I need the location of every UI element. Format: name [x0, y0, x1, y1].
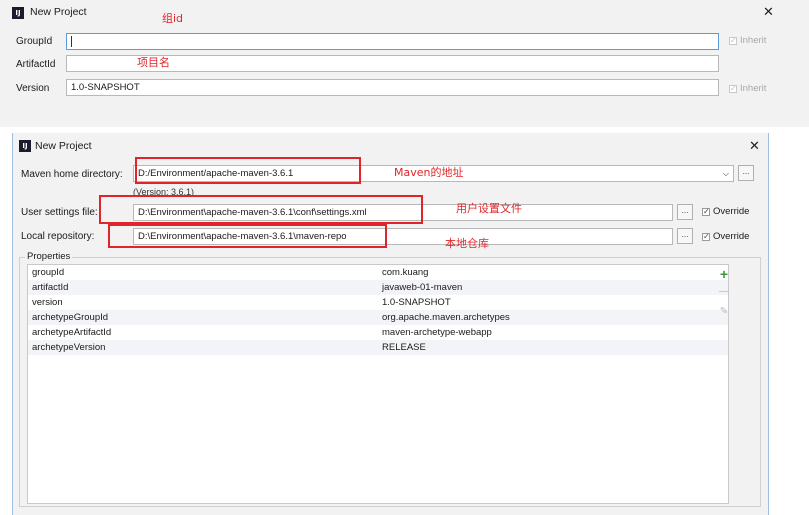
annotation-user-settings: 用户设置文件	[456, 202, 522, 215]
property-key: groupId	[32, 267, 65, 278]
checkbox-checked-icon: ✓	[729, 83, 737, 93]
property-key: artifactId	[32, 282, 69, 293]
property-value: 1.0-SNAPSHOT	[382, 297, 451, 308]
properties-label: Properties	[25, 251, 73, 262]
version-label: Version	[16, 83, 50, 94]
maven-home-browse-button[interactable]: ...	[738, 165, 754, 181]
table-row[interactable]: archetypeGroupId org.apache.maven.archet…	[28, 310, 728, 325]
intellij-icon: IJ	[19, 140, 31, 152]
version-input[interactable]: 1.0-SNAPSHOT	[66, 79, 719, 96]
groupid-label: GroupId	[16, 36, 53, 47]
inherit-label: Inherit	[740, 35, 767, 46]
annotation-groupid: 组id	[162, 12, 184, 25]
highlight-maven-home	[135, 157, 361, 184]
intellij-icon: IJ	[12, 7, 24, 19]
annotation-maven-home: Maven的地址	[394, 166, 464, 179]
property-key: archetypeGroupId	[32, 312, 109, 323]
inherit-label: Inherit	[740, 83, 767, 94]
user-settings-browse-button[interactable]: ...	[677, 204, 693, 220]
annotation-artifactid: 项目名	[137, 56, 170, 69]
groupid-input[interactable]	[66, 33, 719, 50]
version-inherit-checkbox[interactable]: ✓ Inherit	[729, 83, 766, 94]
checkbox-checked-icon: ✓	[702, 206, 710, 216]
local-repo-label: Local repository:	[21, 231, 95, 242]
table-row[interactable]: archetypeVersion RELEASE	[28, 340, 728, 355]
highlight-local-repo	[108, 224, 387, 248]
local-repo-browse-button[interactable]: ...	[677, 228, 693, 244]
property-value: RELEASE	[382, 342, 426, 353]
maven-home-label: Maven home directory:	[21, 169, 123, 180]
new-project-dialog-maven: IJ New Project ✕ Maven home directory: D…	[12, 133, 769, 515]
property-value: maven-archetype-webapp	[382, 327, 492, 338]
close-icon[interactable]: ✕	[763, 6, 774, 19]
property-key: archetypeArtifactId	[32, 327, 112, 338]
dialog-title: New Project	[35, 140, 92, 152]
override-label: Override	[713, 206, 750, 217]
annotation-local-repo: 本地仓库	[445, 237, 489, 250]
checkbox-checked-icon: ✓	[729, 35, 737, 45]
property-key: version	[32, 297, 63, 308]
text-cursor	[71, 35, 72, 47]
groupid-inherit-checkbox[interactable]: ✓ Inherit	[729, 35, 766, 46]
user-settings-label: User settings file:	[21, 207, 98, 218]
table-row[interactable]: groupId com.kuang	[28, 265, 728, 280]
user-settings-override-checkbox[interactable]: ✓ Override	[702, 206, 749, 217]
close-icon[interactable]: ✕	[749, 140, 760, 153]
artifactid-label: ArtifactId	[16, 59, 56, 70]
dialog-title: New Project	[30, 6, 87, 18]
override-label: Override	[713, 231, 750, 242]
properties-table[interactable]: groupId com.kuang artifactId javaweb-01-…	[27, 264, 729, 504]
property-value: javaweb-01-maven	[382, 282, 463, 293]
table-row[interactable]: artifactId javaweb-01-maven	[28, 280, 728, 295]
add-property-button[interactable]: +	[717, 267, 731, 281]
property-key: archetypeVersion	[32, 342, 106, 353]
property-value: com.kuang	[382, 267, 429, 278]
edit-property-button[interactable]: ✎	[717, 305, 731, 319]
table-row[interactable]: archetypeArtifactId maven-archetype-weba…	[28, 325, 728, 340]
highlight-user-settings	[99, 195, 423, 224]
property-value: org.apache.maven.archetypes	[382, 312, 510, 323]
checkbox-checked-icon: ✓	[702, 231, 710, 241]
new-project-dialog-top: IJ New Project ✕ 组id GroupId ✓ Inherit A…	[0, 0, 809, 127]
chevron-down-icon: ⌵	[722, 169, 729, 178]
local-repo-override-checkbox[interactable]: ✓ Override	[702, 231, 749, 242]
remove-property-button[interactable]: —	[717, 285, 731, 299]
table-row[interactable]: version 1.0-SNAPSHOT	[28, 295, 728, 310]
